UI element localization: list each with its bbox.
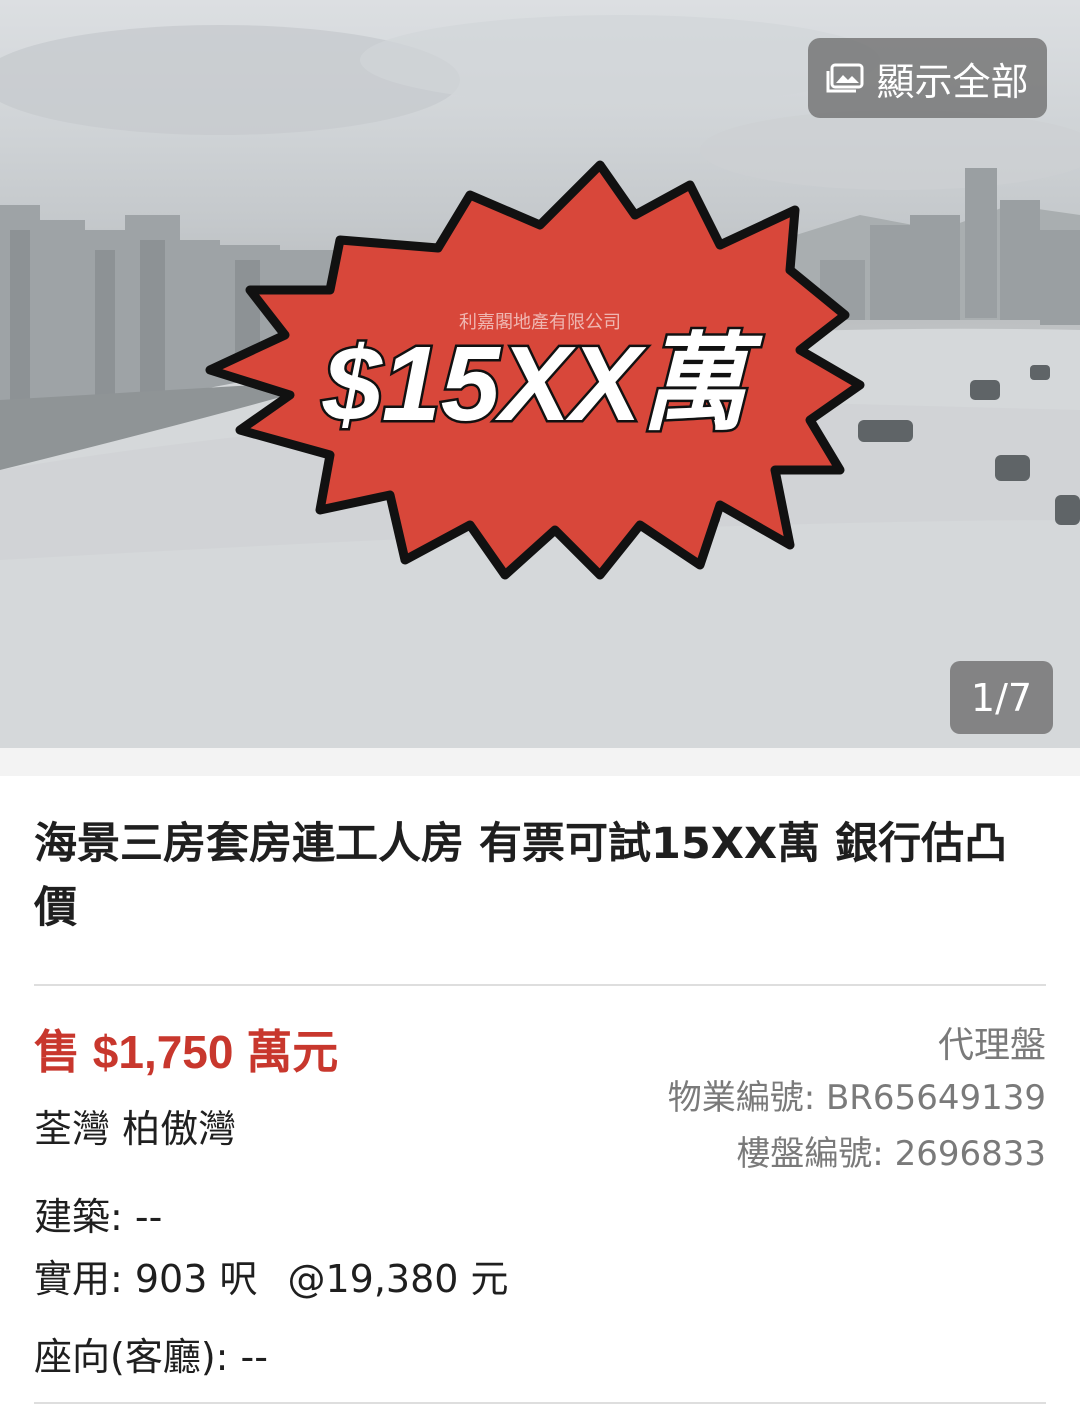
listing-number: 樓盤編號: 2696833 [736, 1134, 1046, 1174]
unit-price: @19,380 元 [287, 1257, 509, 1301]
show-all-label: 顯示全部 [876, 59, 1029, 104]
agency-tag: 代理盤 [937, 1025, 1046, 1066]
show-all-button[interactable]: 顯示全部 [808, 38, 1047, 118]
saleable-area-row: 實用: 903 呎 @19,380 元 [34, 1248, 509, 1303]
photo-counter: 1/7 [950, 661, 1053, 734]
saleable-area: 實用: 903 呎 [34, 1257, 258, 1301]
photo-gallery[interactable]: 利嘉閣地產有限公司 $15XX萬 顯示全部 1/7 [0, 0, 1080, 748]
orientation: 座向(客廳): -- [34, 1335, 268, 1379]
banner-price-text: $15XX萬 [322, 325, 763, 443]
divider [34, 1402, 1046, 1404]
gross-area: 建築: -- [34, 1195, 163, 1239]
section-spacer [0, 748, 1080, 776]
listing-location[interactable]: 荃灣 柏傲灣 [34, 1098, 236, 1153]
gallery-icon [826, 63, 864, 93]
listing-price: 售 $1,750 萬元 [34, 1026, 339, 1078]
property-number: 物業編號: BR65649139 [667, 1078, 1046, 1118]
divider [34, 984, 1046, 986]
listing-title: 海景三房套房連工人房 有票可試15XX萬 銀行估凸價 [34, 819, 1008, 933]
